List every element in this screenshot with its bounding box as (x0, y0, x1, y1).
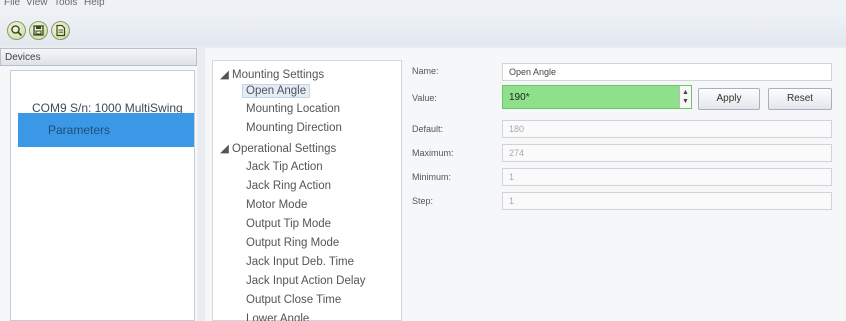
value-modified-marker: * (525, 92, 530, 103)
toolbar (0, 16, 846, 46)
tree-item-lower-angle[interactable]: Lower Angle (246, 313, 309, 321)
expanded-arrow-icon: ◢ (220, 69, 233, 81)
search-button[interactable] (7, 21, 26, 40)
name-field[interactable]: Open Angle (502, 63, 832, 81)
menu-bar: File View Tools Help (0, 0, 846, 16)
default-label: Default: (412, 124, 444, 134)
tree-item-mounting-direction[interactable]: Mounting Direction (246, 122, 342, 134)
devices-header: Devices (0, 48, 197, 66)
save-icon (33, 25, 44, 36)
tree-group-operational-settings[interactable]: ◢ Operational Settings (220, 141, 336, 155)
parameter-tree: ◢ Mounting Settings Open Angle Mounting … (212, 60, 402, 321)
device-item-parameters[interactable]: Parameters (18, 113, 194, 147)
default-field: 180 (502, 120, 832, 138)
name-label: Name: (412, 66, 439, 76)
menu-tools[interactable]: Tools (54, 0, 77, 8)
document-button[interactable] (51, 21, 70, 40)
tree-item-jack-input-action-delay[interactable]: Jack Input Action Delay (246, 275, 366, 287)
spin-down-icon[interactable]: ▼ (682, 98, 689, 105)
menu-file[interactable]: File (4, 0, 20, 8)
tree-group-mounting-settings[interactable]: ◢ Mounting Settings (220, 67, 324, 81)
tree-item-output-tip-mode[interactable]: Output Tip Mode (246, 218, 331, 230)
tree-item-output-ring-mode[interactable]: Output Ring Mode (246, 237, 339, 249)
minimum-field: 1 (502, 168, 832, 186)
apply-button[interactable]: Apply (698, 88, 760, 110)
tree-item-jack-tip-action[interactable]: Jack Tip Action (246, 161, 323, 173)
document-icon (56, 24, 66, 37)
save-button[interactable] (29, 21, 48, 40)
value-label: Value: (412, 93, 437, 103)
reset-button[interactable]: Reset (768, 88, 832, 110)
step-field: 1 (502, 192, 832, 210)
step-label: Step: (412, 196, 434, 206)
value-input[interactable]: 190* (502, 85, 692, 109)
value-spinner[interactable]: ▲ ▼ (679, 86, 691, 108)
minimum-label: Minimum: (412, 172, 452, 182)
tree-item-output-close-time[interactable]: Output Close Time (246, 294, 341, 306)
tree-item-open-angle[interactable]: Open Angle (242, 84, 311, 98)
maximum-field: 274 (502, 144, 832, 162)
menu-help[interactable]: Help (84, 0, 105, 8)
maximum-label: Maximum: (412, 148, 454, 158)
menu-view[interactable]: View (26, 0, 48, 8)
tree-item-jack-ring-action[interactable]: Jack Ring Action (246, 180, 331, 192)
expanded-arrow-icon: ◢ (220, 143, 233, 155)
spin-up-icon[interactable]: ▲ (682, 89, 689, 96)
search-icon (11, 25, 23, 37)
tree-group-label: Mounting Settings (232, 69, 325, 81)
devices-list: COM9 S/n: 1000 MultiSwing Parameters (10, 70, 195, 321)
tree-item-jack-input-deb-time[interactable]: Jack Input Deb. Time (246, 256, 354, 268)
value-text: 190 (509, 92, 526, 103)
tree-group-label: Operational Settings (232, 143, 337, 155)
tree-item-mounting-location[interactable]: Mounting Location (246, 103, 340, 115)
tree-item-motor-mode[interactable]: Motor Mode (246, 199, 307, 211)
